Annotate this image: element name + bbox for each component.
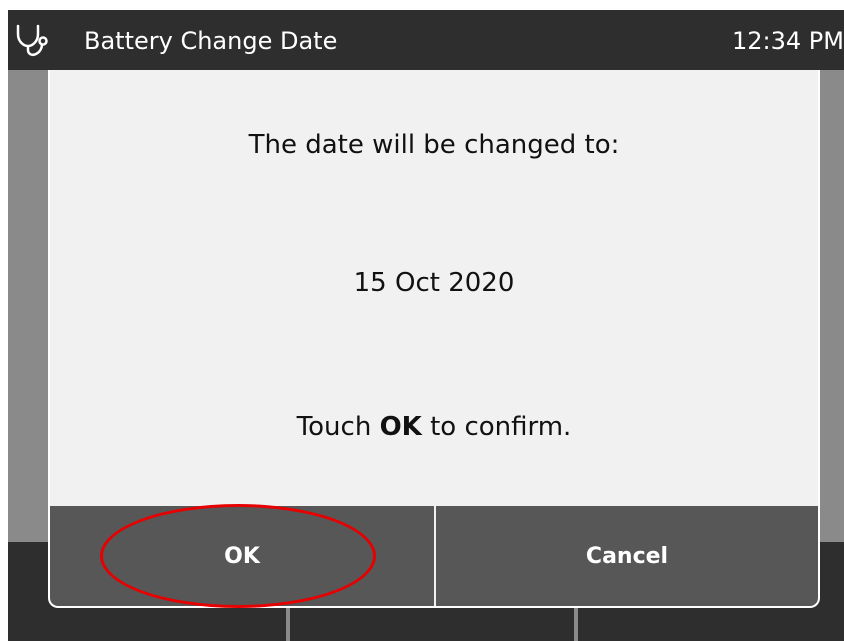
instruction-suffix: to confirm. [421,412,572,442]
screenshot: Battery Change Date 12:34 PM The date wi… [0,0,844,641]
instruction-ok-bold: OK [379,412,422,442]
confirm-dialog: The date will be changed to: 15 Oct 2020… [48,70,820,608]
ok-button-label: OK [224,543,260,569]
new-date-value: 15 Oct 2020 [353,268,515,298]
dialog-message: The date will be changed to: [248,130,620,160]
ok-button[interactable]: OK [50,506,434,606]
clock: 12:34 PM [732,27,844,55]
cancel-button[interactable]: Cancel [436,506,818,606]
confirm-instruction: Touch OK to confirm. [50,412,818,442]
cancel-button-label: Cancel [585,543,669,569]
screen-title: Battery Change Date [84,27,338,55]
title-bar: Battery Change Date 12:34 PM [8,10,844,70]
device-screen: Battery Change Date 12:34 PM The date wi… [8,10,844,641]
instruction-prefix: Touch [296,412,380,442]
dialog-button-row: OK Cancel [50,506,818,606]
stethoscope-icon [16,24,48,57]
